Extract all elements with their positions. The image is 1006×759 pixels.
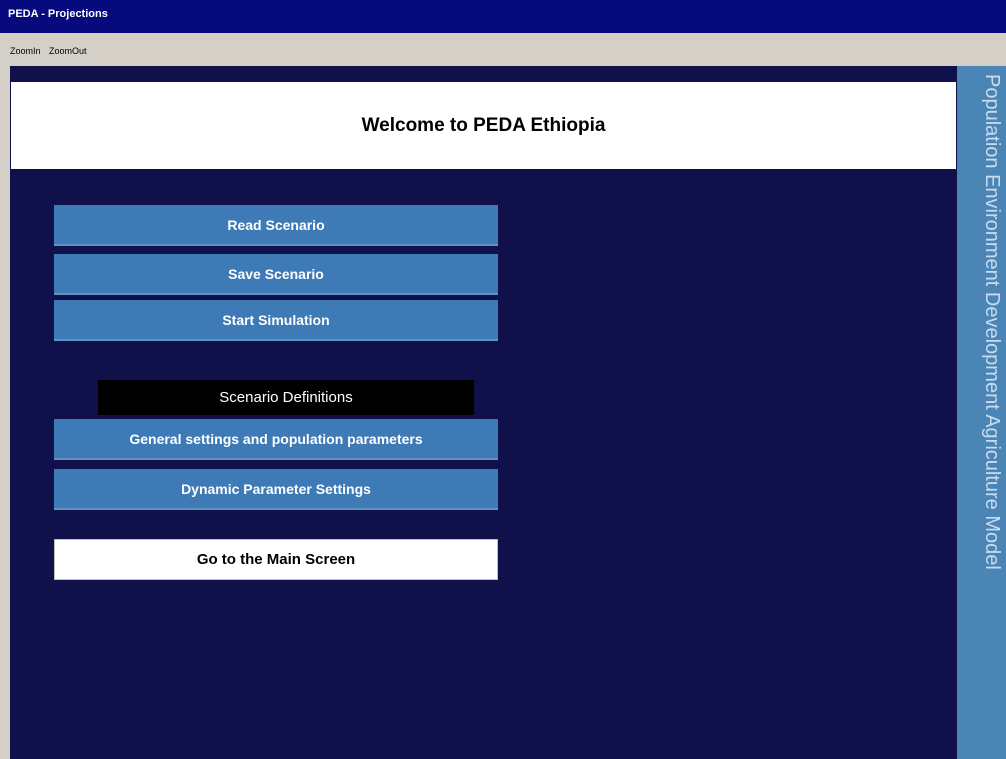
app-window: PEDA - Projections ZoomIn ZoomOut Welcom… — [0, 0, 1006, 759]
menu-item-zoom-out[interactable]: ZoomOut — [49, 46, 87, 56]
scenario-definitions-label: Scenario Definitions — [98, 380, 474, 415]
page-title: Welcome to PEDA Ethiopia — [361, 115, 606, 136]
side-banner: Population Environment Development Agric… — [957, 66, 1006, 759]
title-bar: PEDA - Projections — [0, 0, 1006, 33]
read-scenario-button[interactable]: Read Scenario — [54, 205, 498, 246]
go-to-main-screen-button[interactable]: Go to the Main Screen — [54, 539, 498, 580]
save-scenario-button[interactable]: Save Scenario — [54, 254, 498, 295]
left-border — [0, 66, 10, 759]
header-panel: Welcome to PEDA Ethiopia — [11, 82, 956, 169]
side-banner-text: Population Environment Development Agric… — [981, 74, 1003, 570]
start-simulation-button[interactable]: Start Simulation — [54, 300, 498, 341]
main-content: Welcome to PEDA Ethiopia Read Scenario S… — [0, 66, 1006, 759]
dynamic-parameter-settings-button[interactable]: Dynamic Parameter Settings — [54, 469, 498, 510]
menu-bar: ZoomIn ZoomOut — [0, 33, 1006, 66]
menu-item-zoom-in[interactable]: ZoomIn — [10, 46, 41, 56]
window-title: PEDA - Projections — [8, 8, 108, 20]
general-settings-button[interactable]: General settings and population paramete… — [54, 419, 498, 460]
